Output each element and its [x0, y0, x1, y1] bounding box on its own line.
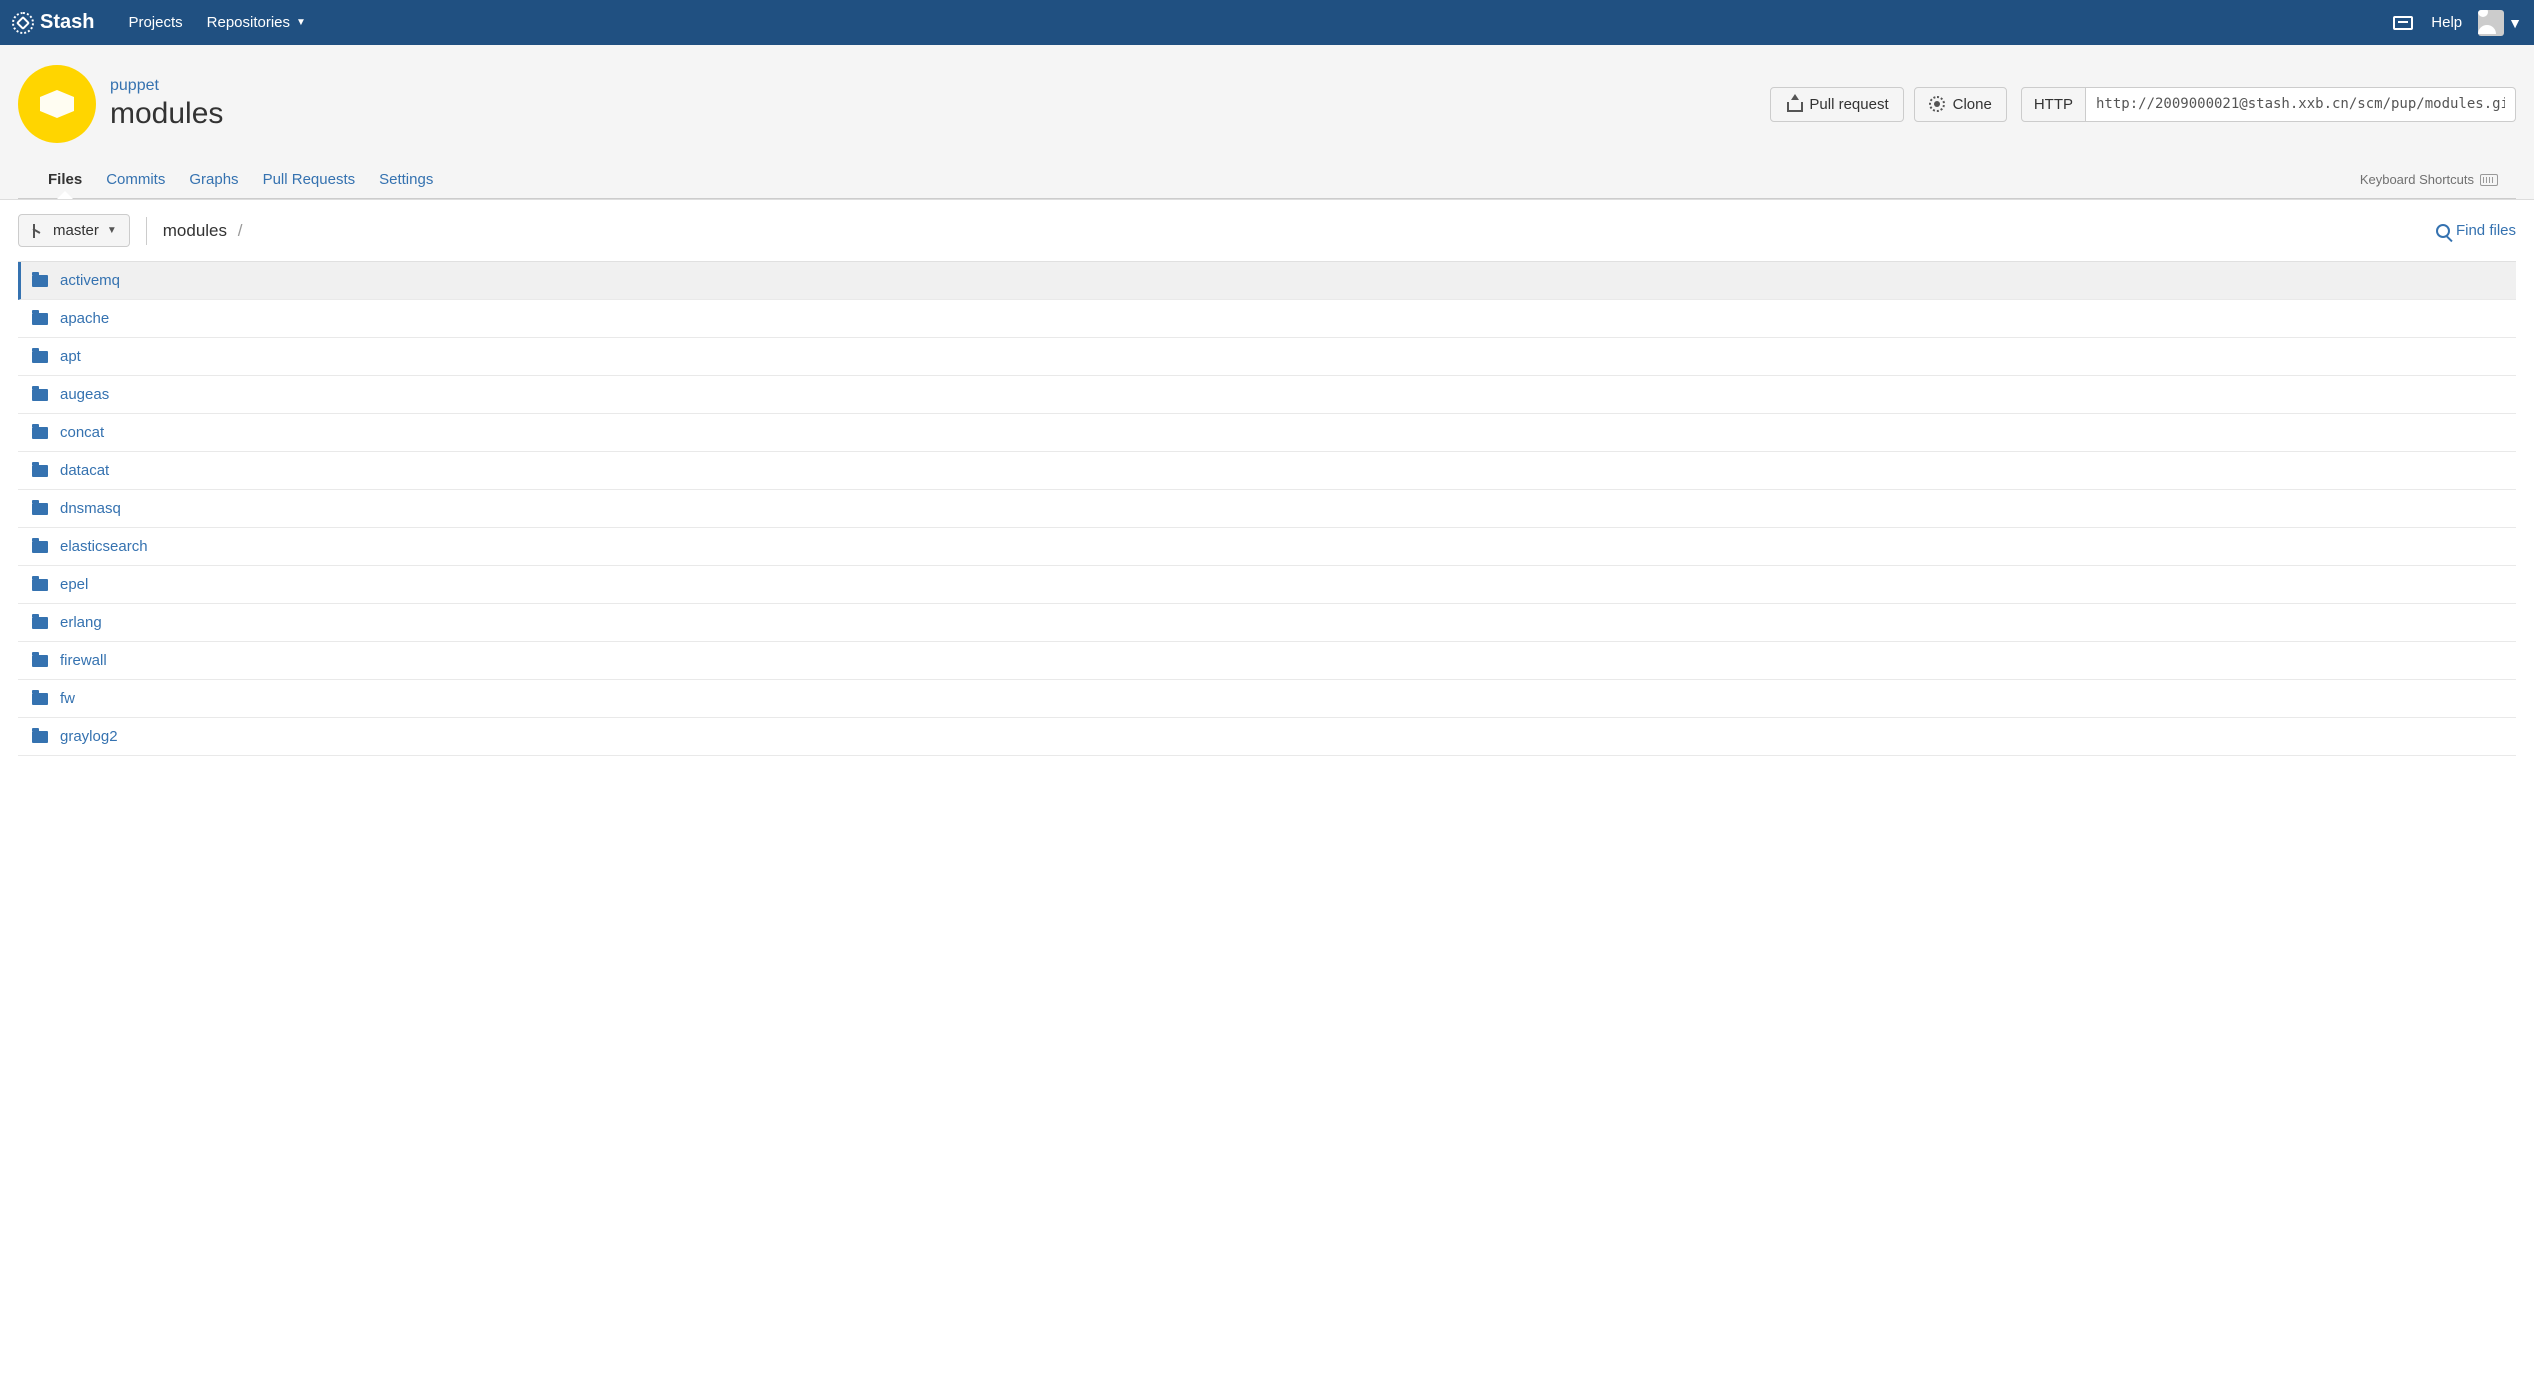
nav-projects-label: Projects [128, 14, 182, 31]
file-toolbar: master ▼ modules / Find files [0, 200, 2534, 261]
nav-repositories[interactable]: Repositories ▼ [195, 0, 318, 45]
file-row[interactable]: dnsmasq [18, 490, 2516, 528]
chevron-down-icon: ▼ [2508, 15, 2522, 31]
file-name: concat [60, 424, 104, 441]
stash-logo-icon [12, 12, 34, 34]
pull-request-button[interactable]: Pull request [1770, 87, 1903, 122]
file-row[interactable]: erlang [18, 604, 2516, 642]
file-row[interactable]: activemq [18, 262, 2516, 300]
file-row[interactable]: fw [18, 680, 2516, 718]
file-row[interactable]: apt [18, 338, 2516, 376]
divider [146, 217, 147, 245]
topbar: Stash Projects Repositories ▼ Help ▼ [0, 0, 2534, 45]
file-name: augeas [60, 386, 109, 403]
repo-name: modules [110, 97, 223, 131]
branch-name: master [53, 222, 99, 239]
folder-icon [32, 541, 48, 553]
folder-icon [32, 313, 48, 325]
tab-settings[interactable]: Settings [367, 161, 445, 198]
box-icon [40, 90, 74, 118]
folder-icon [32, 389, 48, 401]
folder-icon [32, 731, 48, 743]
file-name: firewall [60, 652, 107, 669]
file-name: activemq [60, 272, 120, 289]
file-row[interactable]: firewall [18, 642, 2516, 680]
file-row[interactable]: apache [18, 300, 2516, 338]
chevron-down-icon: ▼ [296, 17, 306, 28]
file-name: graylog2 [60, 728, 118, 745]
project-header: puppet modules Pull request Clone HTTP F… [0, 45, 2534, 200]
clone-url-group: HTTP [2021, 87, 2516, 122]
tab-pull-requests[interactable]: Pull Requests [251, 161, 368, 198]
kbd-hint-label: Keyboard Shortcuts [2360, 172, 2474, 187]
share-icon [1785, 96, 1801, 112]
folder-icon [32, 655, 48, 667]
search-icon [2436, 224, 2450, 238]
keyboard-shortcuts-link[interactable]: Keyboard Shortcuts [2360, 162, 2498, 197]
file-name: dnsmasq [60, 500, 121, 517]
inbox-icon[interactable] [2391, 11, 2415, 35]
file-name: apt [60, 348, 81, 365]
clone-icon [1929, 96, 1945, 112]
clone-protocol-select[interactable]: HTTP [2021, 87, 2086, 122]
project-parent-link[interactable]: puppet [110, 77, 223, 95]
file-row[interactable]: concat [18, 414, 2516, 452]
nav-help[interactable]: Help [2431, 14, 2462, 31]
breadcrumb-root[interactable]: modules [163, 221, 227, 240]
folder-icon [32, 617, 48, 629]
folder-icon [32, 693, 48, 705]
branch-select[interactable]: master ▼ [18, 214, 130, 247]
clone-url-input[interactable] [2086, 87, 2516, 122]
file-name: elasticsearch [60, 538, 148, 555]
project-avatar [18, 65, 96, 143]
tab-graphs[interactable]: Graphs [177, 161, 250, 198]
file-row[interactable]: datacat [18, 452, 2516, 490]
file-name: epel [60, 576, 88, 593]
avatar-icon [2478, 10, 2504, 36]
folder-icon [32, 503, 48, 515]
nav-projects[interactable]: Projects [116, 0, 194, 45]
file-row[interactable]: elasticsearch [18, 528, 2516, 566]
file-row[interactable]: graylog2 [18, 718, 2516, 756]
file-row[interactable]: epel [18, 566, 2516, 604]
file-row[interactable]: augeas [18, 376, 2516, 414]
file-name: datacat [60, 462, 109, 479]
topbar-right: Help ▼ [2391, 10, 2522, 36]
clone-button[interactable]: Clone [1914, 87, 2007, 122]
file-name: apache [60, 310, 109, 327]
folder-icon [32, 465, 48, 477]
branch-icon [31, 224, 45, 238]
breadcrumb: modules / [163, 221, 249, 241]
nav-repositories-label: Repositories [207, 14, 290, 31]
app-logo[interactable]: Stash [12, 11, 94, 34]
folder-icon [32, 427, 48, 439]
pull-request-label: Pull request [1809, 96, 1888, 113]
tab-files[interactable]: Files [36, 161, 94, 198]
nav-help-label: Help [2431, 14, 2462, 31]
repo-tabs: Files Commits Graphs Pull Requests Setti… [18, 161, 2516, 199]
file-list: activemq apache apt augeas concat datacat dnsm… [18, 261, 2516, 756]
clone-label: Clone [1953, 96, 1992, 113]
keyboard-icon [2480, 174, 2498, 186]
app-name: Stash [40, 11, 94, 34]
file-name: fw [60, 690, 75, 707]
find-files-label: Find files [2456, 222, 2516, 239]
folder-icon [32, 275, 48, 287]
breadcrumb-sep: / [238, 221, 243, 240]
chevron-down-icon: ▼ [107, 225, 117, 236]
folder-icon [32, 351, 48, 363]
tab-commits[interactable]: Commits [94, 161, 177, 198]
folder-icon [32, 579, 48, 591]
find-files-link[interactable]: Find files [2436, 222, 2516, 239]
file-name: erlang [60, 614, 102, 631]
user-menu[interactable]: ▼ [2478, 10, 2522, 36]
